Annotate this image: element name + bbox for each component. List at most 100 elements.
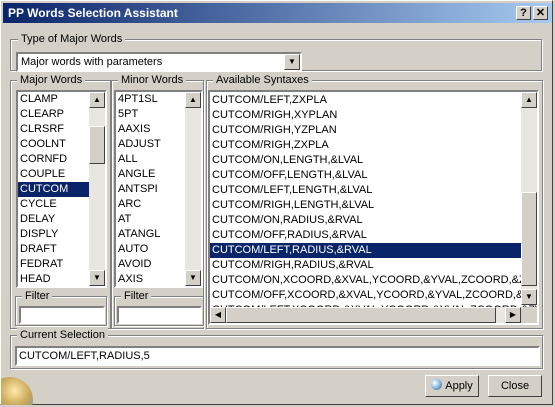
apply-label: Apply [445, 380, 473, 392]
minor-word-item[interactable]: AT [116, 212, 187, 227]
syntax[interactable]: CUTCOM/LEFT,ZXPLA CUTCOM/RIGH,XYPLAN CUTCO… [210, 92, 537, 323]
syntax-item[interactable]: CUTCOM/RIGH,ZXPLA [210, 138, 523, 153]
scroll-up-button[interactable]: ▲ [89, 92, 105, 108]
major-filter-label: Filter [22, 289, 53, 303]
scroll-thumb-horizontal[interactable] [226, 307, 496, 323]
minor-words-list[interactable]: 4PT1SL 5PT AAXIS ADJUST ALL ANGLE ANTSPI ARC AT A… [114, 90, 203, 288]
scroll-down-button[interactable]: ▼ [521, 289, 537, 305]
syntax-item[interactable]: CUTCOM/ON,LENGTH,&LVAL [210, 153, 523, 168]
syntaxes-horizontal-scrollbar[interactable]: ◀ ▶ [210, 307, 521, 323]
minor-words-label: Minor Words [118, 73, 187, 87]
apply-ball-icon [431, 379, 443, 390]
syntaxes-vertical-scrollbar[interactable]: ▲ ▼ [521, 92, 537, 305]
syntax-item[interactable]: CUTCOM/RIGH,YZPLAN [210, 123, 523, 138]
arrow-up-icon: ▲ [189, 95, 197, 104]
current-selection-value: CUTCOM/LEFT,RADIUS,5 [19, 350, 150, 362]
scroll-left-button[interactable]: ◀ [210, 307, 226, 323]
current-selection-field[interactable]: CUTCOM/LEFT,RADIUS,5 [15, 346, 540, 366]
arrow-up-icon: ▲ [525, 95, 533, 104]
syntax-item[interactable]: CUTCOM/LEFT,RADIUS,&RVAL [210, 243, 523, 258]
major-word-item[interactable]: IFRO [18, 287, 91, 288]
minor-word-item[interactable]: AXIS [116, 272, 187, 286]
major-word-item[interactable]: HEAD [18, 272, 91, 286]
minor-word-item[interactable]: ALL [116, 152, 187, 167]
minor-word-item[interactable]: AAXIS [116, 122, 187, 137]
syntax-item[interactable]: CUTCOM/LEFT,LENGTH,&LVAL [210, 183, 523, 198]
corner-logo [1, 371, 47, 405]
scroll-down-button[interactable]: ▼ [89, 270, 105, 286]
minor-words-scrollbar[interactable]: ▲ ▼ [185, 92, 201, 286]
available-syntaxes-label: Available Syntaxes [213, 73, 312, 87]
minor-word-item[interactable]: AVOID [116, 257, 187, 272]
minor-word-item[interactable]: 4PT1SL [116, 92, 187, 107]
scrollbar-corner [521, 307, 537, 323]
title-bar[interactable]: PP Words Selection Assistant ? ✕ [3, 3, 552, 23]
arrow-right-icon: ▶ [509, 310, 517, 319]
close-window-button[interactable]: ✕ [533, 6, 548, 20]
minor-word-item[interactable]: ANGLE [116, 167, 187, 182]
close-label: Close [500, 380, 530, 392]
scroll-up-button[interactable]: ▲ [521, 92, 537, 108]
major-word-item[interactable]: CLRSRF [18, 122, 91, 137]
scroll-thumb[interactable] [89, 126, 105, 164]
scroll-thumb[interactable] [521, 192, 537, 286]
major-words-list[interactable]: CLAMP CLEARP CLRSRF COOLNT CORNFD COUPLE CUTCO… [16, 90, 107, 288]
arrow-left-icon: ◀ [214, 310, 222, 319]
major-words-scrollbar[interactable]: ▲ ▼ [89, 92, 105, 286]
arrow-down-icon: ▼ [189, 273, 197, 282]
minor-word-item[interactable]: AUTO [116, 242, 187, 257]
help-icon: ? [520, 7, 527, 19]
arrow-down-icon: ▼ [93, 273, 101, 282]
minor-filter-input[interactable] [117, 306, 202, 324]
syntax-item[interactable]: CUTCOM/OFF,LENGTH,&LVAL [210, 168, 523, 183]
syntax-item[interactable]: CUTCOM/RIGH,XYPLAN [210, 108, 523, 123]
major-word-item[interactable]: DRAFT [18, 242, 91, 257]
arrow-down-icon: ▼ [525, 292, 533, 301]
scroll-up-button[interactable]: ▲ [185, 92, 201, 108]
apply-button[interactable]: Apply [425, 375, 479, 397]
scroll-down-button[interactable]: ▼ [185, 270, 201, 286]
minor-word[interactable]: 4PT1SL 5PT AAXIS ADJUST ALL ANGLE ANTSPI ARC AT A… [116, 92, 187, 288]
major-word-item[interactable]: CLAMP [18, 92, 91, 107]
window-title: PP Words Selection Assistant [8, 6, 178, 20]
arrow-up-icon: ▲ [93, 95, 101, 104]
minor-word-item[interactable]: ATANGL [116, 227, 187, 242]
current-selection-label: Current Selection [17, 328, 108, 342]
dialog-window: PP Words Selection Assistant ? ✕ Type of… [0, 0, 553, 405]
major-word-item[interactable]: CORNFD [18, 152, 91, 167]
major-word-item[interactable]: FEDRAT [18, 257, 91, 272]
scroll-right-button[interactable]: ▶ [505, 307, 521, 323]
syntax-item[interactable]: CUTCOM/ON,RADIUS,&RVAL [210, 213, 523, 228]
syntax-item[interactable]: CUTCOM/LEFT,ZXPLA [210, 93, 523, 108]
minor-filter-label: Filter [121, 289, 152, 303]
type-group-label: Type of Major Words [18, 32, 126, 46]
minor-word-item[interactable]: ANTSPI [116, 182, 187, 197]
major-word-item[interactable]: DELAY [18, 212, 91, 227]
major-filter-input[interactable] [19, 306, 105, 324]
major-word-item[interactable]: DISPLY [18, 227, 91, 242]
syntax-item[interactable]: CUTCOM/OFF,RADIUS,&RVAL [210, 228, 523, 243]
major-word-item[interactable]: CYCLE [18, 197, 91, 212]
minor-word-item[interactable]: ARC [116, 197, 187, 212]
major-words-type-value: Major words with parameters [21, 56, 163, 68]
major-word-item[interactable]: CLEARP [18, 107, 91, 122]
major-word-item[interactable]: CUTCOM [18, 182, 91, 197]
syntax-item[interactable]: CUTCOM/RIGH,RADIUS,&RVAL [210, 258, 523, 273]
syntax-item[interactable]: CUTCOM/RIGH,LENGTH,&LVAL [210, 198, 523, 213]
syntax-item[interactable]: CUTCOM/OFF,XCOORD,&XVAL,YCOORD,&YVAL,ZCO… [210, 288, 537, 303]
help-button[interactable]: ? [516, 6, 531, 20]
dropdown-button[interactable]: ▼ [284, 54, 300, 70]
major-words-label: Major Words [17, 73, 86, 87]
chevron-down-icon: ▼ [288, 57, 296, 66]
minor-word-item[interactable]: ADJUST [116, 137, 187, 152]
minor-word-item[interactable]: BAXIS [116, 287, 187, 288]
syntax-item[interactable]: CUTCOM/ON,XCOORD,&XVAL,YCOORD,&YVAL,ZCOO… [210, 273, 533, 288]
close-icon: ✕ [535, 7, 546, 19]
major-words-type-select[interactable]: Major words with parameters ▼ [16, 52, 302, 72]
minor-word-item[interactable]: 5PT [116, 107, 187, 122]
available-syntaxes-list[interactable]: CUTCOM/LEFT,ZXPLA CUTCOM/RIGH,XYPLAN CUTCO… [208, 90, 539, 325]
close-button[interactable]: Close [488, 375, 542, 397]
major-word[interactable]: CLAMP CLEARP CLRSRF COOLNT CORNFD COUPLE CUTCO… [18, 92, 91, 288]
major-word-item[interactable]: COOLNT [18, 137, 91, 152]
major-word-item[interactable]: COUPLE [18, 167, 91, 182]
